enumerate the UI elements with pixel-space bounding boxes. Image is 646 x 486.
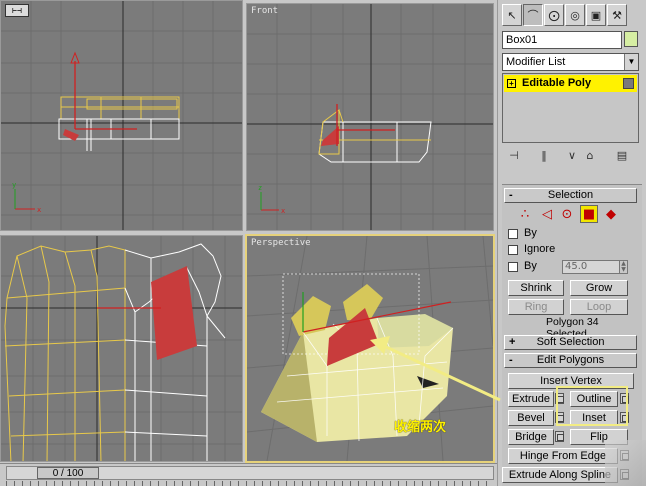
- rollout-edit-polygons-title: Edit Polygons: [536, 354, 605, 366]
- object-color-swatch[interactable]: [624, 31, 638, 47]
- display-icon[interactable]: ▣: [586, 4, 606, 26]
- grow-button[interactable]: Grow: [570, 280, 628, 296]
- by-vertex-checkbox[interactable]: [508, 229, 518, 239]
- create-icon[interactable]: ↖: [502, 4, 522, 26]
- spinner-arrows-icon[interactable]: ▲ ▼: [619, 261, 627, 273]
- edge-level-icon[interactable]: ◁: [538, 205, 556, 223]
- angle-value: 45.0: [565, 261, 588, 272]
- rollout-soft-selection-header[interactable]: + Soft Selection: [504, 335, 637, 350]
- bridge-button[interactable]: Bridge: [508, 429, 554, 445]
- svg-text:x: x: [281, 207, 285, 215]
- app-window: x y ⊢⊣ x z Front Perspective 0 / 100 ↖ ⌒…: [0, 0, 646, 486]
- loop-button[interactable]: Loop: [570, 299, 628, 315]
- configure-sets-icon[interactable]: ▤: [614, 147, 630, 165]
- command-panel-tabs: ↖ ⌒ ⨀ ◎ ▣ ⚒: [502, 4, 642, 28]
- remove-modifier-icon[interactable]: ⌂: [582, 147, 598, 165]
- object-name-field[interactable]: Box01: [502, 31, 622, 49]
- bridge-settings-icon[interactable]: [555, 431, 564, 442]
- svg-text:x: x: [37, 206, 41, 214]
- svg-text:y: y: [12, 181, 16, 189]
- viewport-front[interactable]: x z Front: [246, 3, 494, 231]
- annotation-label: 收缩两次: [394, 420, 447, 435]
- svg-text:z: z: [258, 184, 262, 192]
- rollout-selection-header[interactable]: - Selection: [504, 188, 637, 203]
- top-viewport-canvas: x y: [1, 1, 242, 230]
- utilities-icon[interactable]: ⚒: [607, 4, 627, 26]
- by-angle-checkbox[interactable]: [508, 262, 518, 272]
- perspective-viewport-canvas: [247, 236, 493, 461]
- rollout-edit-polygons-header[interactable]: - Edit Polygons: [504, 353, 637, 368]
- ring-button[interactable]: Ring: [508, 299, 564, 315]
- element-level-icon[interactable]: ◆: [602, 205, 620, 223]
- make-unique-icon[interactable]: ∨: [564, 147, 580, 165]
- modify-icon[interactable]: ⌒: [523, 4, 543, 26]
- ignore-backfacing-label: Ignore: [524, 243, 556, 255]
- chevron-down-icon[interactable]: ▼: [624, 54, 638, 70]
- polygon-level-icon[interactable]: ■: [580, 205, 598, 223]
- time-slider[interactable]: 0 / 100: [6, 466, 494, 480]
- angle-spinner[interactable]: 45.0 ▲ ▼: [562, 260, 628, 274]
- watermark: [605, 440, 646, 486]
- viewport-perspective[interactable]: Perspective: [245, 234, 495, 463]
- shrink-button[interactable]: Shrink: [508, 280, 564, 296]
- hierarchy-icon[interactable]: ⨀: [544, 4, 564, 26]
- stack-toolbar: ⊣ ‖ ∨ ⌂ ▤: [502, 147, 639, 167]
- timeline-ruler[interactable]: [6, 481, 494, 486]
- subobject-level-icons: ∴ ◁ ⊙ ■ ◆: [516, 205, 626, 225]
- timeline: 0 / 100: [0, 463, 500, 486]
- viewport-top[interactable]: x y ⊢⊣: [0, 0, 243, 231]
- stack-item-toggle[interactable]: [623, 78, 634, 89]
- viewport-label-perspective: Perspective: [251, 238, 311, 248]
- viewport-left[interactable]: [0, 235, 243, 462]
- viewport-menu-icon[interactable]: ⊢⊣: [5, 4, 29, 17]
- expand-icon[interactable]: +: [507, 79, 516, 88]
- by-angle-label: By: [524, 260, 537, 272]
- extrude-along-spline-button[interactable]: Extrude Along Spline: [502, 467, 618, 483]
- modifier-list-dropdown[interactable]: Modifier List ▼: [502, 53, 639, 71]
- front-viewport-canvas: x z: [247, 4, 493, 230]
- ignore-backfacing-checkbox[interactable]: [508, 245, 518, 255]
- stack-item-label: Editable Poly: [522, 77, 592, 89]
- callout-highlight-box: [556, 386, 628, 426]
- pin-stack-icon[interactable]: ⊣: [506, 147, 522, 165]
- rollout-selection-title: Selection: [547, 189, 594, 201]
- vertex-level-icon[interactable]: ∴: [516, 205, 534, 223]
- bevel-button[interactable]: Bevel: [508, 410, 554, 426]
- modifier-stack[interactable]: + Editable Poly: [502, 73, 639, 143]
- show-end-result-icon[interactable]: ‖: [536, 147, 552, 165]
- modifier-list-label: Modifier List: [506, 56, 566, 68]
- hinge-from-edge-button[interactable]: Hinge From Edge: [508, 448, 618, 464]
- extrude-button[interactable]: Extrude: [508, 391, 554, 407]
- time-slider-thumb[interactable]: 0 / 100: [37, 467, 99, 479]
- border-level-icon[interactable]: ⊙: [558, 205, 576, 223]
- by-vertex-label: By: [524, 227, 537, 239]
- rollout-soft-selection-title: Soft Selection: [536, 336, 605, 348]
- motion-icon[interactable]: ◎: [565, 4, 585, 26]
- stack-item-editable-poly[interactable]: + Editable Poly: [504, 75, 637, 92]
- viewport-label-front: Front: [251, 6, 279, 16]
- left-viewport-canvas: [1, 236, 242, 461]
